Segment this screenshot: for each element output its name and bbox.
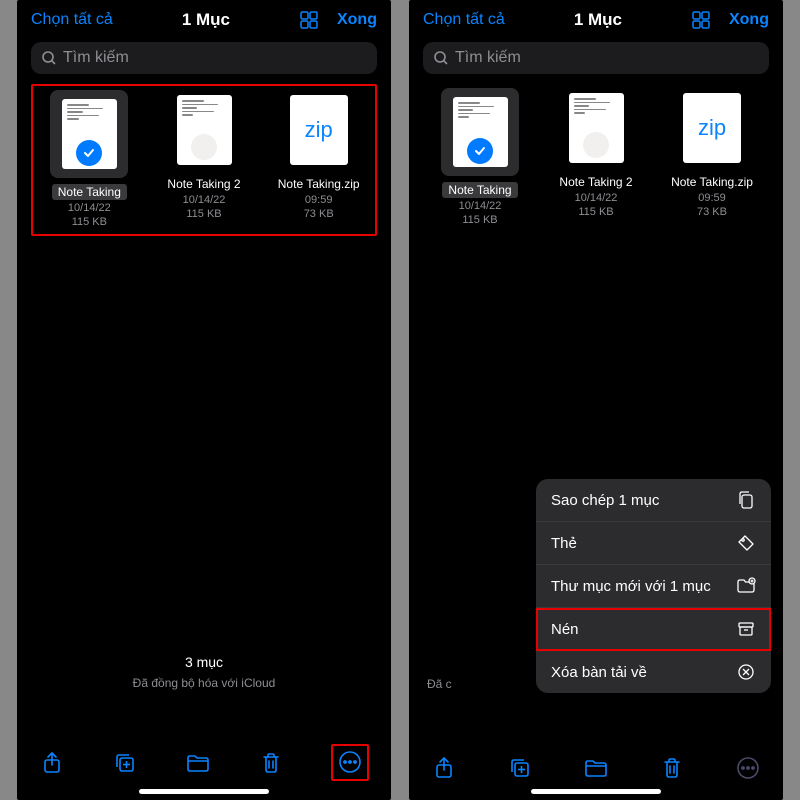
header-actions: Xong — [691, 10, 769, 30]
folder-plus-icon — [736, 576, 756, 596]
folder-icon[interactable] — [583, 755, 609, 781]
content-area: Note Taking 10/14/22 115 KB Note Taking … — [409, 84, 783, 745]
file-thumb-selected — [50, 90, 128, 178]
trash-icon[interactable] — [258, 750, 284, 776]
menu-new-folder[interactable]: Thư mục mới với 1 mục — [536, 565, 771, 608]
file-name: Note Taking 2 — [553, 174, 638, 190]
zip-badge: zip — [698, 115, 726, 141]
menu-copy[interactable]: Sao chép 1 mục — [536, 479, 771, 522]
file-size: 115 KB — [578, 206, 613, 218]
header-actions: Xong — [299, 10, 377, 30]
file-size: 115 KB — [462, 214, 497, 226]
page-title: 1 Mục — [182, 10, 230, 30]
file-item[interactable]: zip Note Taking.zip 09:59 73 KB — [659, 88, 765, 226]
checkmark-icon — [76, 140, 102, 166]
file-thumb — [561, 88, 631, 168]
doc-thumb — [62, 99, 117, 169]
close-circle-icon — [736, 662, 756, 682]
grid-view-icon[interactable] — [299, 10, 319, 30]
menu-label: Thẻ — [551, 535, 577, 552]
page-title: 1 Mục — [574, 10, 622, 30]
files-row: Note Taking 10/14/22 115 KB Note Taking … — [37, 90, 371, 228]
zip-thumb: zip — [290, 95, 348, 165]
sync-status: Đã đồng bộ hóa với iCloud — [17, 676, 391, 690]
search-input[interactable]: Tìm kiếm — [423, 42, 769, 74]
circle-icon — [191, 134, 217, 160]
bottom-toolbar — [17, 734, 391, 789]
home-indicator[interactable] — [139, 789, 269, 794]
annotation-more-box — [331, 744, 369, 781]
share-icon[interactable] — [39, 750, 65, 776]
search-placeholder: Tìm kiếm — [63, 49, 367, 67]
done-button[interactable]: Xong — [729, 11, 769, 29]
sync-status-partial: Đã c — [427, 677, 452, 691]
grid-view-icon[interactable] — [691, 10, 711, 30]
files-row: Note Taking 10/14/22 115 KB Note Taking … — [427, 88, 765, 226]
file-item[interactable]: Note Taking 2 10/14/22 115 KB — [152, 90, 257, 228]
archive-icon — [736, 619, 756, 639]
tag-icon — [736, 533, 756, 553]
circle-icon — [583, 132, 609, 158]
file-date: 09:59 — [698, 192, 726, 204]
trash-icon[interactable] — [659, 755, 685, 781]
file-size: 115 KB — [186, 208, 221, 220]
bottom-toolbar — [409, 745, 783, 789]
done-button[interactable]: Xong — [337, 11, 377, 29]
annotation-files-box: Note Taking 10/14/22 115 KB Note Taking … — [31, 84, 377, 236]
duplicate-icon[interactable] — [112, 750, 138, 776]
menu-label: Sao chép 1 mục — [551, 492, 659, 509]
file-item[interactable]: Note Taking 10/14/22 115 KB — [427, 88, 533, 226]
more-icon[interactable] — [735, 755, 761, 781]
item-count: 3 mục — [17, 654, 391, 670]
select-all-button[interactable]: Chọn tất cả — [31, 11, 113, 29]
header: Chọn tất cả 1 Mục Xong — [409, 0, 783, 38]
zip-badge: zip — [305, 117, 333, 143]
checkmark-icon — [467, 138, 493, 164]
select-all-button[interactable]: Chọn tất cả — [423, 11, 505, 29]
zip-thumb: zip — [683, 93, 741, 163]
file-date: 10/14/22 — [575, 192, 618, 204]
phone-right: Chọn tất cả 1 Mục Xong Tìm kiếm — [409, 0, 783, 800]
search-icon — [433, 50, 449, 66]
menu-label: Nén — [551, 621, 579, 638]
file-name: Note Taking — [442, 182, 517, 198]
duplicate-icon[interactable] — [507, 755, 533, 781]
file-size: 73 KB — [304, 208, 334, 220]
menu-label: Xóa bàn tải về — [551, 664, 647, 681]
folder-icon[interactable] — [185, 750, 211, 776]
file-thumb: zip — [284, 90, 354, 170]
file-thumb — [169, 90, 239, 170]
file-date: 10/14/22 — [183, 194, 226, 206]
file-date: 10/14/22 — [68, 202, 111, 214]
content-area: Note Taking 10/14/22 115 KB Note Taking … — [17, 84, 391, 734]
file-date: 10/14/22 — [459, 200, 502, 212]
menu-clear-downloads[interactable]: Xóa bàn tải về — [536, 651, 771, 693]
search-icon — [41, 50, 57, 66]
search-input[interactable]: Tìm kiếm — [31, 42, 377, 74]
file-date: 09:59 — [305, 194, 333, 206]
file-name: Note Taking — [52, 184, 127, 200]
file-item[interactable]: zip Note Taking.zip 09:59 73 KB — [266, 90, 371, 228]
more-icon[interactable] — [337, 749, 363, 775]
menu-tag[interactable]: Thẻ — [536, 522, 771, 565]
home-indicator[interactable] — [531, 789, 661, 794]
file-item[interactable]: Note Taking 2 10/14/22 115 KB — [543, 88, 649, 226]
search-placeholder: Tìm kiếm — [455, 49, 759, 67]
menu-compress[interactable]: Nén — [536, 608, 771, 651]
menu-label: Thư mục mới với 1 mục — [551, 578, 711, 595]
header: Chọn tất cả 1 Mục Xong — [17, 0, 391, 38]
file-thumb-selected — [441, 88, 519, 176]
file-size: 73 KB — [697, 206, 727, 218]
file-name: Note Taking.zip — [272, 176, 366, 192]
copy-icon — [736, 490, 756, 510]
file-name: Note Taking 2 — [161, 176, 246, 192]
context-menu: Sao chép 1 mục Thẻ Thư mục mới với 1 mục… — [536, 479, 771, 693]
phone-left: Chọn tất cả 1 Mục Xong Tìm kiếm — [17, 0, 391, 800]
file-size: 115 KB — [72, 216, 107, 228]
file-item[interactable]: Note Taking 10/14/22 115 KB — [37, 90, 142, 228]
share-icon[interactable] — [431, 755, 457, 781]
file-thumb: zip — [677, 88, 747, 168]
file-name: Note Taking.zip — [665, 174, 759, 190]
